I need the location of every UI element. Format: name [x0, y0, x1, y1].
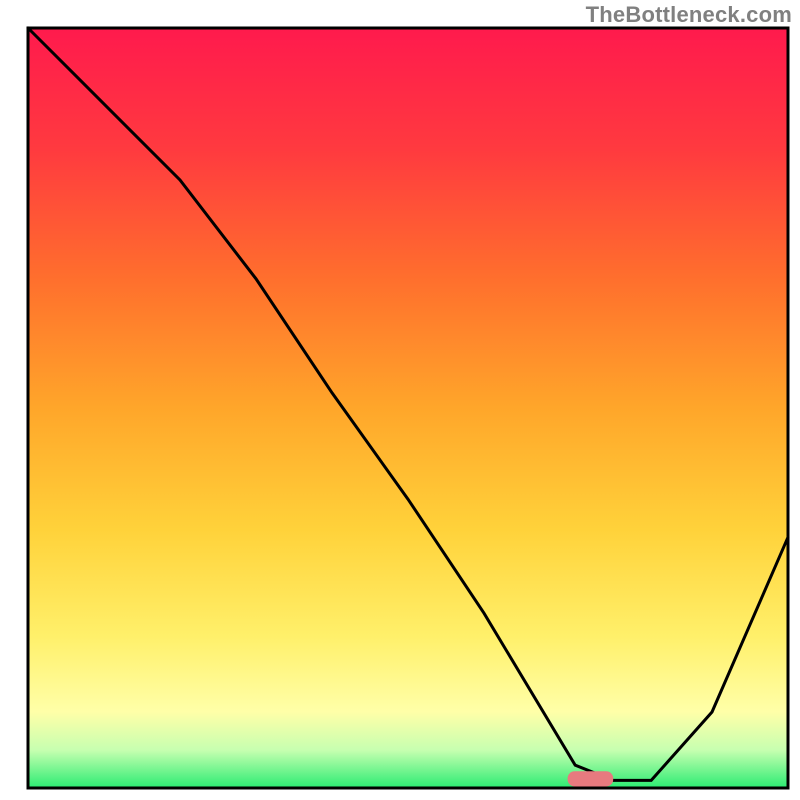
- target-marker: [568, 771, 614, 786]
- attribution-watermark: TheBottleneck.com: [586, 2, 792, 28]
- bottleneck-chart: [0, 0, 800, 800]
- chart-frame: TheBottleneck.com: [0, 0, 800, 800]
